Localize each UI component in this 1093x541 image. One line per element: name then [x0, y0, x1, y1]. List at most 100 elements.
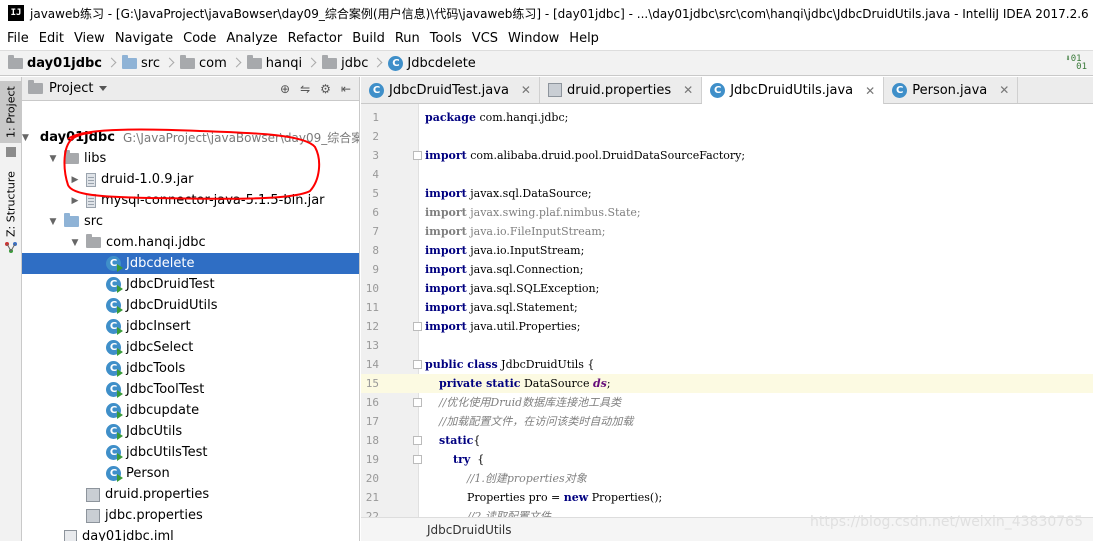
fold-marker-icon[interactable]	[413, 151, 422, 160]
project-panel: Project ⊕ ⇋ ⚙ ⇤ ▼ day01jdbc G:\JavaProject…	[22, 77, 360, 541]
tree-item[interactable]: ▼ com.hanqi.jdbc	[22, 232, 359, 253]
menu-navigate[interactable]: Navigate	[110, 31, 178, 46]
menu-file[interactable]: File	[2, 31, 34, 46]
tree-item[interactable]: Cjdbcupdate	[22, 400, 359, 421]
tree-item[interactable]: C JdbcDruidUtils	[22, 295, 359, 316]
tree-item-label: libs	[84, 151, 107, 166]
tree-item[interactable]: CjdbcTools	[22, 358, 359, 379]
code-line[interactable]: 15 private static DataSource ds;	[361, 374, 1093, 393]
code-text: import javax.swing.plaf.nimbus.State;	[425, 206, 641, 219]
fold-marker-icon[interactable]	[413, 360, 422, 369]
tree-item[interactable]: C Jdbcdelete	[22, 253, 359, 274]
menu-vcs[interactable]: VCS	[467, 31, 503, 46]
expand-arrow-icon[interactable]: ▼	[48, 154, 58, 164]
code-line[interactable]: 3 import com.alibaba.druid.pool.DruidData…	[361, 146, 1093, 165]
tab-jdbcdruidutils[interactable]: C JdbcDruidUtils.java ✕	[702, 77, 885, 104]
menu-run[interactable]: Run	[390, 31, 425, 46]
binary-sort-icon[interactable]: ⬇01 01	[1065, 55, 1087, 72]
structure-tool-tab[interactable]: Z: Structure	[0, 169, 22, 239]
code-line[interactable]: 20 //1.创建properties对象	[361, 469, 1093, 488]
menu-window[interactable]: Window	[503, 31, 564, 46]
breadcrumb-day01jdbc[interactable]: day01jdbc	[8, 54, 102, 71]
tree-item[interactable]: C JdbcDruidTest	[22, 274, 359, 295]
menu-refactor[interactable]: Refactor	[283, 31, 348, 46]
tree-item[interactable]: day01jdbc.iml	[22, 526, 359, 541]
project-panel-title[interactable]: Project	[49, 81, 93, 96]
tree-item[interactable]: CjdbcInsert	[22, 316, 359, 337]
code-line[interactable]: 9 import java.sql.Connection;	[361, 260, 1093, 279]
tree-item[interactable]: C JdbcUtils	[22, 421, 359, 442]
tree-item[interactable]: ▼ src	[22, 211, 359, 232]
code-line[interactable]: 5 import javax.sql.DataSource;	[361, 184, 1093, 203]
expand-arrow-icon[interactable]: ▼	[48, 217, 58, 227]
breadcrumb-jdbc[interactable]: jdbc	[322, 54, 368, 71]
code-text: import java.sql.SQLException;	[425, 282, 600, 295]
close-icon[interactable]: ✕	[865, 84, 875, 98]
expand-arrow-icon[interactable]: ▼	[22, 133, 29, 143]
breadcrumb-com[interactable]: com	[180, 54, 227, 71]
tree-item[interactable]: druid.properties	[22, 484, 359, 505]
code-line[interactable]: 10 import java.sql.SQLException;	[361, 279, 1093, 298]
tree-item[interactable]: jdbc.properties	[22, 505, 359, 526]
tab-person[interactable]: C Person.java ✕	[884, 77, 1019, 103]
code-line[interactable]: 21 Properties pro = new Properties();	[361, 488, 1093, 507]
tree-item[interactable]: ▶ druid-1.0.9.jar	[22, 169, 359, 190]
fold-marker-icon[interactable]	[413, 436, 422, 445]
tree-item[interactable]: ▼ day01jdbc G:\JavaProject\javaBowser\day0…	[22, 127, 359, 148]
code-line[interactable]: 7 import java.io.FileInputStream;	[361, 222, 1093, 241]
locate-icon[interactable]: ⊕	[280, 82, 290, 96]
tree-item[interactable]: C JdbcToolTest	[22, 379, 359, 400]
code-text: import javax.sql.DataSource;	[425, 187, 592, 200]
dropdown-arrow-icon[interactable]	[99, 86, 108, 91]
fold-marker-icon[interactable]	[413, 455, 422, 464]
code-line[interactable]: 11 import java.sql.Statement;	[361, 298, 1093, 317]
tree-item[interactable]: ▼ libs	[22, 148, 359, 169]
menu-edit[interactable]: Edit	[34, 31, 69, 46]
fold-marker-icon[interactable]	[413, 322, 422, 331]
code-line[interactable]: 19 try {	[361, 450, 1093, 469]
code-line[interactable]: 6 import javax.swing.plaf.nimbus.State;	[361, 203, 1093, 222]
breadcrumb-src[interactable]: src	[122, 54, 160, 71]
code-editor[interactable]: 1 package com.hanqi.jdbc; 2 3 import com.ali…	[361, 104, 1093, 541]
breadcrumb-hanqi[interactable]: hanqi	[246, 54, 302, 71]
collapse-icon[interactable]: ⇋	[300, 82, 310, 96]
menu-build[interactable]: Build	[347, 31, 390, 46]
menu-code[interactable]: Code	[178, 31, 221, 46]
tree-item[interactable]: CjdbcSelect	[22, 337, 359, 358]
code-line[interactable]: 18 static{	[361, 431, 1093, 450]
tab-jdbcdruidtest[interactable]: C JdbcDruidTest.java ✕	[361, 77, 540, 103]
fold-marker-icon[interactable]	[413, 398, 422, 407]
menu-analyze[interactable]: Analyze	[221, 31, 282, 46]
code-text: try {	[452, 453, 485, 466]
tree-item[interactable]: ▶ mysql-connector-java-5.1.5-bin.jar	[22, 190, 359, 211]
menu-view[interactable]: View	[69, 31, 110, 46]
tree-item[interactable]: C Person	[22, 463, 359, 484]
code-line[interactable]: 14 public class JdbcDruidUtils {	[361, 355, 1093, 374]
line-number: 14	[365, 358, 379, 371]
settings-gear-icon[interactable]: ⚙	[320, 82, 331, 96]
close-icon[interactable]: ✕	[999, 83, 1009, 97]
code-line[interactable]: 4	[361, 165, 1093, 184]
project-tool-tab[interactable]: 1: Project	[0, 81, 22, 143]
tree-item[interactable]: CjdbcUtilsTest	[22, 442, 359, 463]
tab-druid-properties[interactable]: druid.properties ✕	[540, 77, 703, 103]
code-line[interactable]: 12 import java.util.Properties;	[361, 317, 1093, 336]
hide-panel-icon[interactable]: ⇤	[341, 82, 351, 96]
expand-arrow-icon[interactable]: ▶	[70, 175, 80, 185]
expand-arrow-icon[interactable]: ▶	[70, 196, 80, 206]
code-text: import java.sql.Connection;	[425, 263, 584, 276]
code-line[interactable]: 8 import java.io.InputStream;	[361, 241, 1093, 260]
current-class-label[interactable]: JdbcDruidUtils	[427, 523, 512, 537]
breadcrumb-jdbcdelete[interactable]: C Jdbcdelete	[388, 55, 476, 71]
code-line[interactable]: 13	[361, 336, 1093, 355]
expand-arrow-icon[interactable]: ▼	[70, 238, 80, 248]
close-icon[interactable]: ✕	[521, 83, 531, 97]
code-line[interactable]: 2	[361, 127, 1093, 146]
menu-help[interactable]: Help	[564, 31, 604, 46]
code-line[interactable]: 16 //优化使用Druid数据库连接池工具类	[361, 393, 1093, 412]
menu-tools[interactable]: Tools	[425, 31, 467, 46]
code-text: import java.sql.Statement;	[425, 301, 578, 314]
code-line[interactable]: 17 //加载配置文件，在访问该类时自动加载	[361, 412, 1093, 431]
code-line[interactable]: 1 package com.hanqi.jdbc;	[361, 108, 1093, 127]
close-icon[interactable]: ✕	[683, 83, 693, 97]
